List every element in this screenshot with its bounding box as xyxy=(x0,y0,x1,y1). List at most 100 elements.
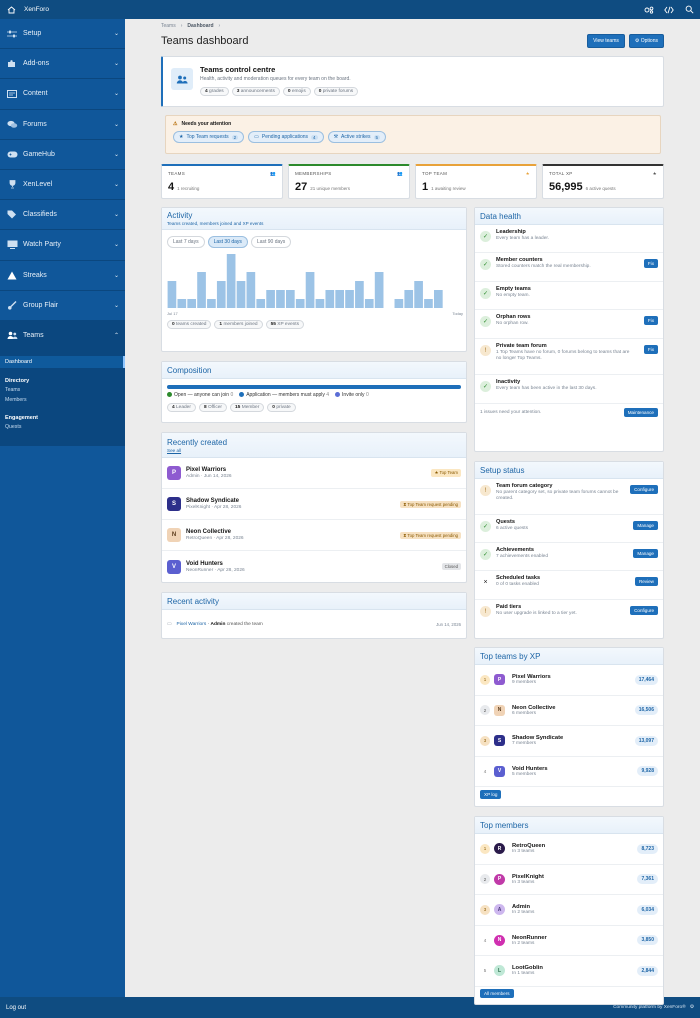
brand-name[interactable]: XenForo xyxy=(24,6,49,13)
code-icon[interactable] xyxy=(664,5,674,15)
home-icon[interactable] xyxy=(6,5,16,15)
team-name[interactable]: Shadow Syndicate xyxy=(186,498,241,504)
leaderboard-row[interactable]: 1 R RetroQueen In 3 teams 8,723 xyxy=(475,834,663,865)
activity-user[interactable]: Admin xyxy=(211,622,226,627)
team-name[interactable]: Neon Collective xyxy=(512,705,556,711)
view-teams-button[interactable]: View teams xyxy=(587,34,625,48)
team-name[interactable]: Pixel Warriors xyxy=(186,467,232,473)
sidebar-item-xenlevel[interactable]: XenLevel ⌄ xyxy=(0,170,125,201)
leaderboard-row[interactable]: 2 P PixelKnight In 3 teams 7,361 xyxy=(475,865,663,895)
options-button[interactable]: ⚙ Options xyxy=(628,34,664,48)
avatar: P xyxy=(167,466,181,480)
team-name[interactable]: Void Hunters xyxy=(512,766,548,772)
team-row[interactable]: V Void Hunters NeonRunner · Apr 28, 2026 … xyxy=(162,551,466,582)
active-strikes-pill[interactable]: ⚒ Active strikes 5 xyxy=(327,131,387,143)
rank-badge: 5 xyxy=(480,965,490,976)
breadcrumb-root[interactable]: Teams xyxy=(161,23,176,29)
private-pill[interactable]: 0 private xyxy=(267,403,296,412)
gear-icon[interactable]: ⚙ xyxy=(690,1005,694,1010)
member-name[interactable]: NeonRunner xyxy=(512,935,547,941)
xp-badge: 9,928 xyxy=(637,766,658,777)
sidebar-item-group-flair[interactable]: Group Flair ⌄ xyxy=(0,291,125,321)
leaderboard-row[interactable]: 4 V Void Hunters 5 members 9,928 xyxy=(475,757,663,787)
health-row: ✓ Inactivity Every team has been active in… xyxy=(475,375,663,404)
leaderboard-row[interactable]: 3 S Shadow Syndicate 7 members 13,097 xyxy=(475,726,663,757)
subnav-quests[interactable]: Quests xyxy=(0,423,125,432)
fix-button[interactable]: Fix xyxy=(643,316,658,325)
avatar: A xyxy=(494,904,505,916)
announcements-pill[interactable]: 3 announcements xyxy=(231,87,280,96)
manage-button[interactable]: Manage xyxy=(633,549,658,558)
member-name[interactable]: PixelKnight xyxy=(512,874,544,880)
sidebar-item-watch-party[interactable]: Watch Party ⌄ xyxy=(0,230,125,261)
stat-card-total-xp[interactable]: TOTAL XP ★ 56,995 6 active quests xyxy=(542,164,664,199)
subnav-teams[interactable]: Teams xyxy=(0,386,125,395)
members-joined-pill[interactable]: 1 members joined xyxy=(214,320,263,329)
team-name[interactable]: Neon Collective xyxy=(186,529,244,535)
search-icon[interactable] xyxy=(684,5,694,15)
leaderboard-row[interactable]: 1 P Pixel Warriors 9 members 17,464 xyxy=(475,665,663,696)
sidebar-item-teams[interactable]: Teams ⌃ xyxy=(0,320,125,352)
review-button[interactable]: Review xyxy=(634,577,658,586)
sidebar-item-gamehub[interactable]: GameHub ⌄ xyxy=(0,140,125,170)
emojis-pill[interactable]: 0 emojis xyxy=(282,87,311,96)
stat-card-top-team[interactable]: TOP TEAM ★ 11 awaiting review xyxy=(415,164,537,199)
brand[interactable]: XenForo xyxy=(6,5,49,15)
warning-icon: ! xyxy=(480,606,491,617)
configure-button[interactable]: Configure xyxy=(630,485,658,494)
sidebar-item-forums[interactable]: Forums ⌄ xyxy=(0,110,125,140)
copyright-text[interactable]: Community platform by XenForo® xyxy=(613,1005,686,1010)
top-team-requests-pill[interactable]: ★ Top Team requests 2 xyxy=(173,131,245,143)
trophy-icon xyxy=(6,180,18,190)
logout-link[interactable]: Log out xyxy=(6,1005,26,1011)
gavel-icon: ⚒ xyxy=(333,134,339,140)
sidebar-item-content[interactable]: Content ⌄ xyxy=(0,79,125,110)
sidebar-item-label: Setup xyxy=(23,30,42,38)
sidebar-item-label: Content xyxy=(23,90,48,98)
range-30-days[interactable]: Last 30 days xyxy=(207,236,248,248)
range-90-days[interactable]: Last 90 days xyxy=(250,236,292,248)
settings-toggle-icon[interactable] xyxy=(644,5,654,15)
fix-button[interactable]: Fix xyxy=(643,345,658,354)
leaderboard-row[interactable]: 4 N NeonRunner In 2 teams 3,850 xyxy=(475,926,663,956)
activity-team-link[interactable]: Pixel Warriors xyxy=(177,622,207,627)
teams-created-pill[interactable]: 0 teams created xyxy=(167,320,212,329)
stat-card-teams[interactable]: TEAMS 👥 41 recruiting xyxy=(161,164,283,199)
activity-date: Jun 14, 2026 xyxy=(436,621,461,627)
see-all-link[interactable]: See all xyxy=(167,448,181,453)
leaderboard-row[interactable]: 3 A Admin In 2 teams 6,034 xyxy=(475,895,663,926)
xp-log-button[interactable]: XP log xyxy=(480,790,502,799)
subnav-dashboard[interactable]: Dashboard xyxy=(0,355,125,368)
leaderboard-row[interactable]: 5 L LootGoblin In 1 teams 2,844 xyxy=(475,956,663,987)
leaderboard-row[interactable]: 2 N Neon Collective 6 members 16,506 xyxy=(475,696,663,726)
maintenance-button[interactable]: Maintenance xyxy=(623,408,658,417)
manage-button[interactable]: Manage xyxy=(633,521,658,530)
breadcrumb: Teams › Dashboard › xyxy=(161,22,664,30)
all-members-button[interactable]: All members xyxy=(480,988,514,998)
range-7-days[interactable]: Last 7 days xyxy=(167,236,205,248)
configure-button[interactable]: Configure xyxy=(630,606,658,615)
team-name[interactable]: Void Hunters xyxy=(186,561,245,567)
stat-card-memberships[interactable]: MEMBERSHIPS 👥 27 21 unique members xyxy=(288,164,410,199)
sidebar-item-add-ons[interactable]: Add-ons ⌄ xyxy=(0,49,125,80)
breadcrumb-current[interactable]: Dashboard xyxy=(187,23,213,29)
sidebar-item-setup[interactable]: Setup ⌄ xyxy=(0,19,125,50)
sidebar-item-streaks[interactable]: Streaks ⌄ xyxy=(0,261,125,291)
team-row[interactable]: N Neon Collective RetroQueen · Apr 28, 20… xyxy=(162,520,466,551)
stat-label: MEMBERSHIPS xyxy=(295,171,332,176)
setup-name: Scheduled tasks xyxy=(496,575,541,581)
team-row[interactable]: P Pixel Warriors Admin · Jun 14, 2026 ★ T… xyxy=(162,458,466,489)
activity-bar xyxy=(325,290,335,308)
subnav-members[interactable]: Members xyxy=(0,395,125,405)
sidebar-item-classifieds[interactable]: Classifieds ⌄ xyxy=(0,200,125,231)
officer-pill[interactable]: 8 Officer xyxy=(198,403,228,412)
pending-applications-pill[interactable]: ▭ Pending applications 4 xyxy=(248,131,324,143)
xp-badge: 8,723 xyxy=(637,843,658,854)
fix-button[interactable]: Fix xyxy=(643,259,658,268)
member-pill[interactable]: 15 Member xyxy=(230,403,265,412)
grades-pill[interactable]: 4 grades xyxy=(200,87,229,96)
private-forums-pill[interactable]: 0 private forums xyxy=(313,87,359,96)
xp-events-pill[interactable]: 55 XP events xyxy=(265,320,305,329)
leader-pill[interactable]: 4 Leader xyxy=(167,403,196,412)
team-row[interactable]: S Shadow Syndicate PixelKnight · Apr 28, … xyxy=(162,489,466,520)
